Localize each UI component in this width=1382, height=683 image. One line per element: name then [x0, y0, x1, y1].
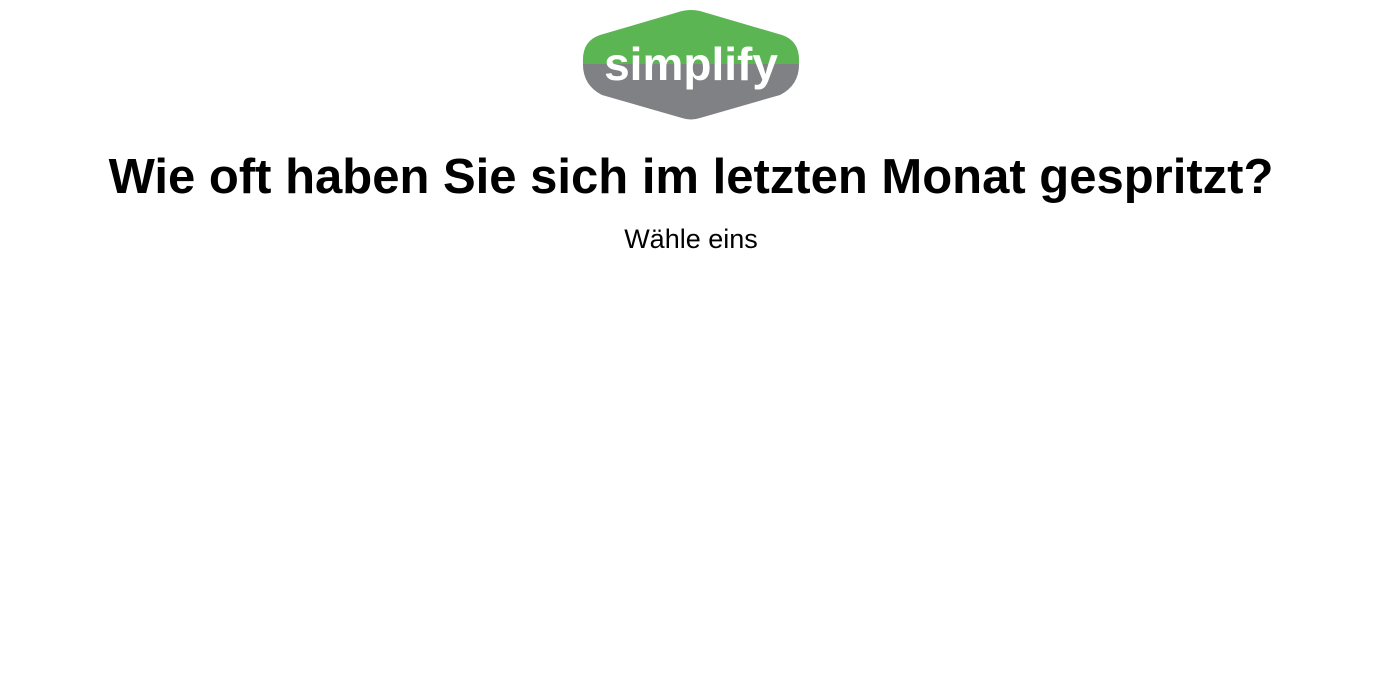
simplify-logo-graphic: simplify: [582, 10, 800, 120]
question-hint: Wähle eins: [624, 224, 758, 254]
simplify-logo: simplify: [582, 10, 800, 120]
logo-wordmark: simplify: [604, 38, 778, 90]
question-title: Wie oft haben Sie sich im letzten Monat …: [108, 150, 1274, 204]
survey-page: simplify Wie oft haben Sie sich im letzt…: [0, 0, 1382, 683]
